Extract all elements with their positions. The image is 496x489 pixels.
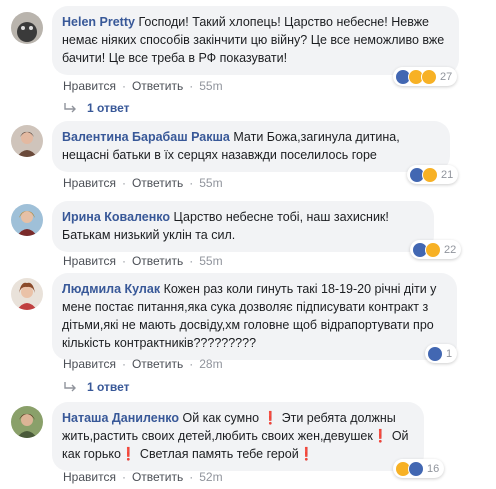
like-link[interactable]: Нравится <box>63 176 116 190</box>
separator: · <box>189 470 194 484</box>
comment-actions: Нравится · Ответить · 55m <box>63 254 223 268</box>
comment-actions: Нравится · Ответить · 28m <box>63 357 223 371</box>
comment-actions: Нравится · Ответить · 55m <box>63 79 223 93</box>
replies-count: 1 ответ <box>87 380 130 394</box>
author-name[interactable]: Ирина Коваленко <box>62 210 170 224</box>
avatar[interactable] <box>11 12 43 44</box>
sad-reaction-icon <box>425 241 441 258</box>
reaction-count: 16 <box>427 462 440 475</box>
timestamp[interactable]: 55m <box>199 79 222 93</box>
reaction-count: 22 <box>444 243 457 256</box>
timestamp[interactable]: 28m <box>199 357 222 371</box>
comment-bubble: Ирина Коваленко Царство небесне тобі, на… <box>52 201 434 252</box>
avatar[interactable] <box>11 278 43 310</box>
separator: · <box>121 176 126 190</box>
reply-link[interactable]: Ответить <box>132 176 183 190</box>
comment-bubble: Наташа Даниленко Ой как сумно ❗ Эти ребя… <box>52 402 424 471</box>
comment-actions: Нравится · Ответить · 52m <box>63 470 223 484</box>
separator: · <box>121 470 126 484</box>
reply-arrow-icon <box>64 382 76 392</box>
like-reaction-icon <box>408 460 424 477</box>
author-name[interactable]: Helen Pretty <box>62 15 135 29</box>
like-reaction-icon <box>427 345 443 362</box>
timestamp[interactable]: 55m <box>199 176 222 190</box>
comment-bubble: Валентина Барабаш Ракша Мати Божа,загину… <box>52 121 450 172</box>
reaction-count: 21 <box>441 168 454 181</box>
timestamp[interactable]: 55m <box>199 254 222 268</box>
comment-actions: Нравится · Ответить · 55m <box>63 176 223 190</box>
sad-reaction-icon <box>422 166 438 183</box>
separator: · <box>189 357 194 371</box>
avatar[interactable] <box>11 204 43 236</box>
separator: · <box>189 79 194 93</box>
comment-bubble: Helen Pretty Господи! Такий хлопець! Цар… <box>52 6 459 75</box>
reaction-summary[interactable]: 22 <box>410 240 462 259</box>
separator: · <box>121 357 126 371</box>
reaction-summary[interactable]: 27 <box>393 67 458 86</box>
author-name[interactable]: Наташа Даниленко <box>62 411 179 425</box>
separator: · <box>121 254 126 268</box>
separator: · <box>189 176 194 190</box>
reply-link[interactable]: Ответить <box>132 470 183 484</box>
reaction-count: 1 <box>446 347 453 360</box>
reaction-summary[interactable]: 16 <box>393 459 445 478</box>
reply-link[interactable]: Ответить <box>132 254 183 268</box>
author-name[interactable]: Валентина Барабаш Ракша <box>62 130 230 144</box>
avatar[interactable] <box>11 125 43 157</box>
like-link[interactable]: Нравится <box>63 357 116 371</box>
separator: · <box>189 254 194 268</box>
comment-bubble: Людмила Кулак Кожен раз коли гинуть такі… <box>52 273 457 360</box>
replies-link[interactable]: 1 ответ <box>63 101 130 115</box>
reply-link[interactable]: Ответить <box>132 357 183 371</box>
reaction-summary[interactable]: 1 <box>425 344 458 363</box>
wow-reaction-icon <box>421 68 437 85</box>
reply-arrow-icon <box>64 103 76 113</box>
separator: · <box>121 79 126 93</box>
like-link[interactable]: Нравится <box>63 254 116 268</box>
like-link[interactable]: Нравится <box>63 79 116 93</box>
timestamp[interactable]: 52m <box>199 470 222 484</box>
author-name[interactable]: Людмила Кулак <box>62 282 160 296</box>
replies-count: 1 ответ <box>87 101 130 115</box>
reply-link[interactable]: Ответить <box>132 79 183 93</box>
like-link[interactable]: Нравится <box>63 470 116 484</box>
reaction-summary[interactable]: 21 <box>407 165 459 184</box>
avatar[interactable] <box>11 406 43 438</box>
replies-link[interactable]: 1 ответ <box>63 380 130 394</box>
reaction-count: 27 <box>440 70 453 83</box>
